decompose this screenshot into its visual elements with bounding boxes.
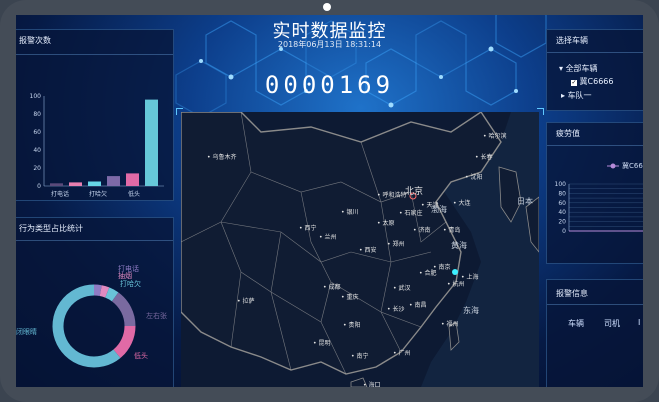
map-city-label: • 拉萨 [237, 298, 255, 305]
map-city-label: • 呼和浩特 [377, 192, 407, 199]
y-tick-label: 60 [558, 200, 566, 207]
donut-label: 左右张 [146, 311, 167, 320]
map-city-label: • 成都 [323, 284, 341, 291]
bar [69, 182, 82, 186]
bar [50, 183, 63, 186]
map-city-label: • 西安 [359, 247, 377, 254]
panel-corner [537, 108, 544, 115]
map-city-label: • 乌鲁木齐 [207, 154, 237, 161]
alarm-info-title: 报警信息 [556, 289, 588, 298]
map-city-label: • 青岛 [443, 227, 461, 234]
donut-label: 打哈欠 [120, 279, 141, 288]
y-tick-label: 20 [558, 219, 566, 226]
y-tick-label: 0 [37, 183, 41, 190]
donut-label: 闭眼睛 [16, 327, 37, 336]
donut-slice [93, 284, 102, 297]
map-city-label: • 西宁 [299, 225, 317, 232]
alarm-count-bar-chart: 0 20 40 60 80 100 打电话 打哈欠 低头 [30, 93, 164, 198]
bar [107, 176, 120, 186]
map-city-label: • 海口 [363, 382, 381, 387]
map-city-label: • 福州 [441, 321, 459, 328]
map-city-label: • 昆明 [313, 340, 331, 347]
bar [126, 173, 139, 186]
y-tick-label: 100 [30, 93, 42, 100]
map-city-label: • 郑州 [387, 241, 405, 248]
map-city-label: • 沈阳 [465, 174, 483, 181]
alarm-info-col-vehicle: 车辆 [568, 319, 584, 328]
map-city-label: • 济南 [413, 227, 431, 234]
map-city-label: • 合肥 [419, 270, 437, 277]
team-label: 车队一 [567, 91, 592, 100]
y-tick-label: 80 [33, 111, 41, 118]
bar [88, 181, 101, 186]
donut-slice [111, 292, 136, 327]
panel-divider [547, 52, 643, 53]
map-city-label: • 兰州 [319, 234, 337, 241]
donut-slice [52, 284, 121, 368]
panel-corner [176, 108, 183, 115]
map-city-label: • 上海 [461, 274, 479, 281]
china-map[interactable]: • 乌鲁木齐 • 哈尔滨 • 长春 • 沈阳 北京 • 天津 • 石家庄 • 太原 • 银川 • … [181, 112, 539, 387]
map-city-label: • 重庆 [341, 294, 359, 301]
camera-dot [323, 3, 331, 11]
donut-slice [105, 287, 119, 302]
map-city-label: • 广州 [393, 350, 411, 357]
map-sea-label: 日本 [517, 197, 533, 206]
y-tick-label: 80 [558, 190, 566, 197]
map-sea-label: 黄海 [451, 241, 467, 250]
map-city-label: • 太原 [377, 220, 395, 227]
map-city-label: 北京 [405, 187, 424, 197]
alarm-info-panel: 报警信息 [546, 279, 643, 387]
tree-node-all[interactable]: ▾ 全部车辆 [559, 63, 598, 74]
all-vehicles-label: 全部车辆 [565, 64, 598, 73]
x-tick-label: 打电话 [51, 190, 69, 198]
alarm-info-col-driver: 司机 [604, 319, 620, 328]
bar [145, 99, 158, 186]
tree-node-team[interactable]: ▸ 车队一 [561, 90, 592, 101]
map-city-label: • 贵阳 [343, 322, 361, 329]
vehicle-label: 冀C6666 [579, 77, 614, 86]
y-tick-label: 40 [558, 209, 566, 216]
map-city-label: • 南宁 [351, 353, 369, 360]
vehicle-select-title: 选择车辆 [556, 36, 588, 45]
panel-divider [547, 304, 643, 305]
x-tick-label: 低头 [128, 190, 140, 198]
map-city-label: • 南昌 [409, 302, 427, 309]
y-tick-label: 40 [33, 147, 41, 154]
tablet-frame: 实时数据监控 2018年06月13日 18:31:14 0000169 报警次数… [0, 0, 659, 402]
map-city-label: • 大连 [453, 200, 471, 207]
y-tick-label: 0 [562, 228, 566, 235]
map-city-label: • 哈尔滨 [483, 133, 507, 140]
caret-down-icon: ▾ [559, 64, 564, 73]
donut-slice [99, 285, 110, 298]
fatigue-line-chart: 0 20 40 60 80 100 冀C66 [555, 161, 643, 235]
map-city-label: • 长春 [475, 154, 493, 161]
alarm-count-panel: 报警次数 0 20 40 60 80 100 打电话 打哈欠 低头 [16, 29, 174, 201]
map-city-label: • 石家庄 [399, 210, 423, 217]
donut-label: 低头 [134, 351, 148, 360]
vehicle-select-panel: 选择车辆 ▾ 全部车辆 ✓ 冀C6666 ▸ 车队一 [546, 29, 643, 111]
caret-right-icon: ▸ [561, 91, 566, 100]
checkbox-checked-icon[interactable]: ✓ [571, 80, 577, 86]
behavior-ratio-donut-chart: 打电话抽烟打哈欠左右张低头闭眼睛 [16, 264, 167, 368]
y-tick-label: 60 [33, 129, 41, 136]
alarm-info-col-more: I [638, 318, 641, 327]
map-city-label: • 武汉 [393, 285, 411, 292]
y-tick-label: 20 [33, 165, 41, 172]
donut-label: 抽烟 [118, 271, 132, 280]
behavior-ratio-panel: 行为类型占比统计 打电话 抽烟 打哈欠 左右张 低头 闭眼睛 [16, 217, 174, 387]
fatigue-panel: 疲劳值 0 20 40 60 80 100 冀C66 [546, 122, 643, 264]
dashboard-screen: 实时数据监控 2018年06月13日 18:31:14 0000169 报警次数… [16, 15, 643, 387]
map-sea-label: 东海 [463, 306, 479, 315]
x-tick-label: 打哈欠 [89, 190, 107, 198]
legend-label: 冀C66 [622, 161, 643, 170]
tree-node-vehicle[interactable]: ✓ 冀C6666 [571, 76, 614, 87]
map-city-label: • 长沙 [387, 306, 405, 313]
donut-slice [113, 325, 136, 358]
map-sea-label: 渤海 [431, 205, 447, 214]
y-tick-label: 100 [555, 181, 567, 188]
legend-swatch-dot [610, 163, 616, 169]
map-city-label: • 银川 [341, 209, 359, 216]
